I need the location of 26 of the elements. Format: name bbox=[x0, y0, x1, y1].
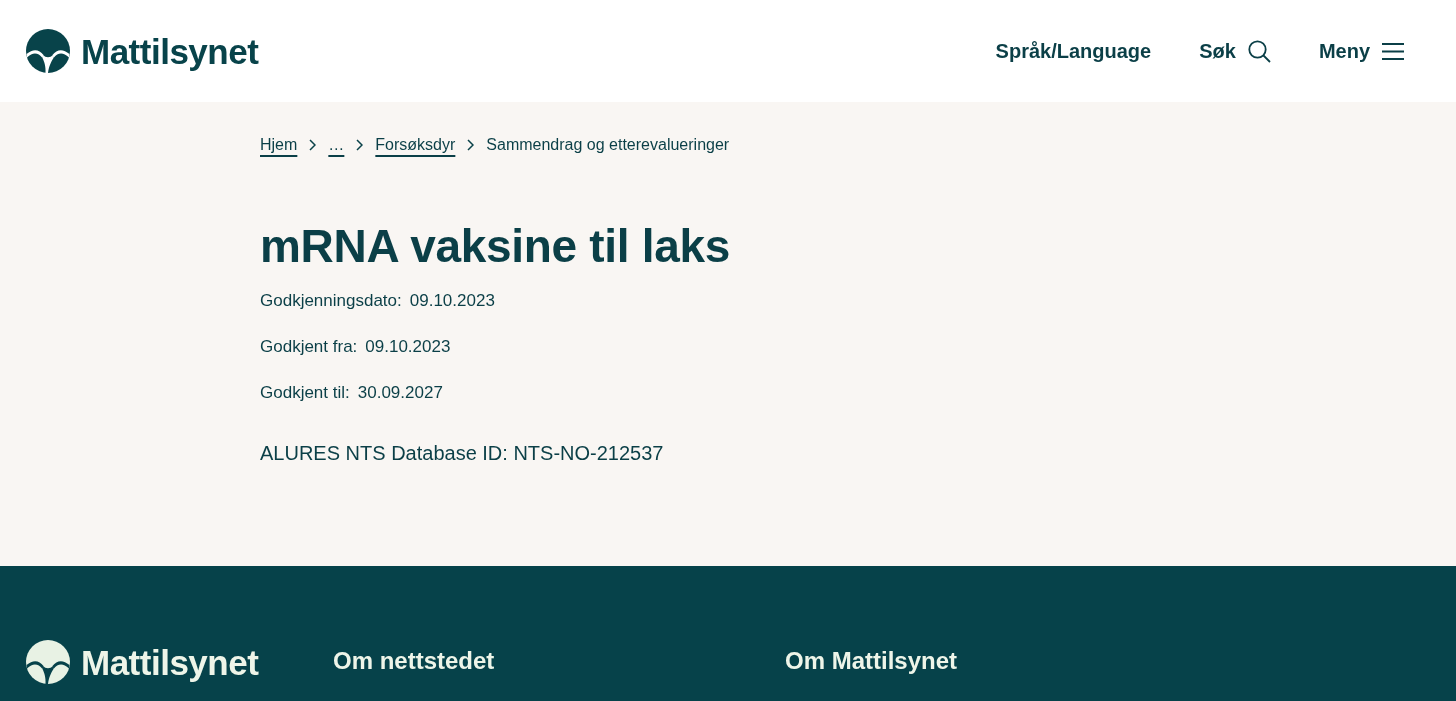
database-id: ALURES NTS Database ID: NTS-NO-212537 bbox=[260, 441, 665, 466]
menu-button[interactable]: Meny bbox=[1318, 36, 1404, 66]
page-title: mRNA vaksine til laks bbox=[260, 219, 732, 274]
logo-icon bbox=[26, 29, 70, 73]
field-value: 09.10.2023 bbox=[409, 290, 495, 312]
chevron-right-icon bbox=[309, 139, 317, 151]
breadcrumb-link[interactable]: Hjem bbox=[260, 133, 298, 157]
breadcrumb-link[interactable]: Forsøksdyr bbox=[375, 133, 456, 157]
footer-heading: Om nettstedet bbox=[333, 646, 496, 676]
logo-text: Mattilsynet bbox=[81, 644, 259, 680]
logo-text: Mattilsynet bbox=[81, 33, 259, 69]
field-value: 30.09.2027 bbox=[357, 382, 443, 404]
chevron-right-icon bbox=[467, 139, 475, 151]
breadcrumb-link[interactable]: … bbox=[328, 133, 345, 157]
search-icon bbox=[1247, 39, 1271, 63]
search-button[interactable]: Søk bbox=[1199, 36, 1271, 66]
field-label: Godkjent til: bbox=[260, 382, 350, 404]
chevron-right-icon bbox=[356, 139, 364, 151]
field-label: Godkjenningsdato: bbox=[260, 290, 402, 312]
language-link[interactable]: Språk/Language bbox=[995, 36, 1152, 66]
footer-heading: Om Mattilsynet bbox=[785, 646, 959, 676]
breadcrumb-current: Sammendrag og etterevalueringer bbox=[486, 135, 730, 155]
field-value: 09.10.2023 bbox=[365, 336, 451, 358]
field-label: Godkjent fra: bbox=[260, 336, 358, 358]
menu-icon bbox=[1382, 42, 1404, 60]
logo-icon bbox=[26, 640, 70, 684]
